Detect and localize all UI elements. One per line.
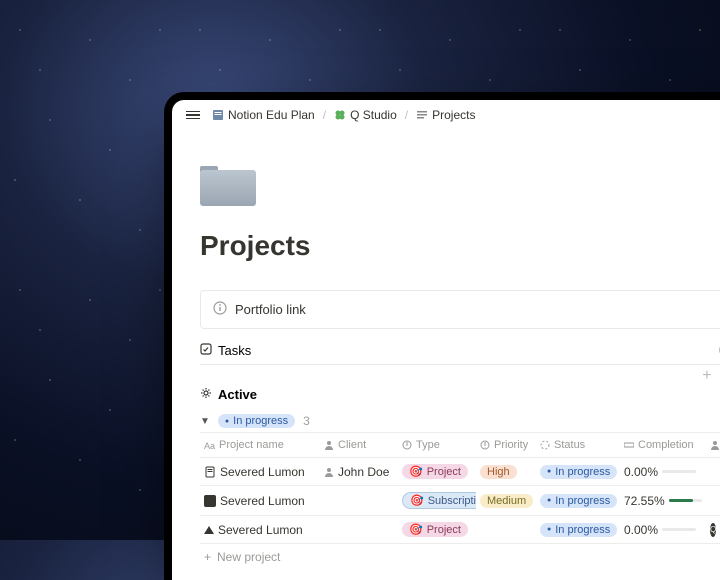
svg-text:Aa: Aa: [204, 441, 215, 451]
new-project-row[interactable]: + New project: [200, 543, 720, 570]
page-title: Projects: [200, 230, 720, 262]
chevron-down-icon: ▼: [200, 416, 210, 427]
cell-status[interactable]: In progress: [536, 459, 620, 485]
table-row[interactable]: Severed Lumon 🎯Subscription Medium In progr…: [200, 485, 720, 515]
cell-client[interactable]: [320, 524, 398, 536]
gear-icon: [200, 387, 212, 402]
cell-type[interactable]: 🎯Subscription: [398, 486, 476, 515]
callout-label: Portfolio link: [235, 302, 306, 317]
priority-pill: Medium: [480, 494, 533, 508]
breadcrumb-label: Q Studio: [350, 108, 397, 122]
filter-label: Active: [218, 387, 257, 402]
cell-type[interactable]: 🎯Project: [398, 516, 476, 543]
cell-status[interactable]: In progress: [536, 517, 620, 543]
type-pill: 🎯Project: [402, 464, 468, 479]
bars-icon: [416, 109, 428, 121]
col-type[interactable]: Type: [398, 433, 476, 457]
col-name[interactable]: AaProject name: [200, 433, 320, 457]
clover-icon: [334, 109, 346, 121]
cell-type[interactable]: 🎯Project: [398, 458, 476, 485]
doc-icon: [212, 109, 224, 121]
table-row[interactable]: Severed Lumon John Doe 🎯Project High In pro…: [200, 457, 720, 485]
cell-status[interactable]: In progress: [536, 488, 620, 514]
cell-completion[interactable]: 72.55%: [620, 488, 706, 514]
col-status[interactable]: Status: [536, 433, 620, 457]
tab-tasks[interactable]: Tasks: [200, 343, 251, 358]
type-pill: 🎯Subscription: [402, 492, 476, 509]
priority-pill: High: [480, 465, 517, 479]
plus-icon: +: [204, 550, 211, 564]
hamburger-menu-icon[interactable]: [186, 111, 200, 120]
breadcrumb-label: Projects: [432, 108, 475, 122]
pm-avatar: Q: [710, 523, 716, 537]
cell-completion[interactable]: 0.00%: [620, 517, 706, 543]
status-pill: In progress: [540, 494, 617, 508]
status-pill: In progress: [540, 465, 617, 479]
topbar: Notion Edu Plan / Q Studio / Projects: [172, 100, 720, 130]
table-header: AaProject name Client Type Priority Stat…: [200, 432, 720, 457]
table-row[interactable]: Severed Lumon🎯ProjectIn progress0.00%Q Q…: [200, 515, 720, 543]
app-window: Notion Edu Plan / Q Studio / Projects Pr…: [172, 100, 720, 580]
col-priority[interactable]: Priority: [476, 433, 536, 457]
cell-completion[interactable]: 0.00%: [620, 459, 706, 485]
cell-priority[interactable]: High: [476, 459, 536, 485]
cell-name[interactable]: Severed Lumon: [200, 459, 320, 485]
group-header[interactable]: ▼ In progress 3: [200, 414, 720, 428]
breadcrumb-label: Notion Edu Plan: [228, 108, 315, 122]
breadcrumb-sep: /: [405, 108, 408, 122]
cell-client[interactable]: [320, 495, 398, 507]
group-status-pill: In progress: [218, 414, 295, 428]
page-content: Projects Portfolio link Tasks + ⋮: [172, 130, 720, 570]
add-view-icon[interactable]: + ⋮: [702, 365, 720, 385]
projects-table: AaProject name Client Type Priority Stat…: [200, 432, 720, 570]
col-completion[interactable]: Completion: [620, 433, 706, 457]
cell-pm[interactable]: [706, 495, 720, 507]
cell-pm[interactable]: Q Qoffal: [706, 517, 720, 543]
checkbox-icon: [200, 343, 212, 358]
type-pill: 🎯Project: [402, 522, 468, 537]
breadcrumb-page[interactable]: Projects: [416, 108, 475, 122]
active-filter[interactable]: Active: [200, 387, 257, 402]
cell-priority[interactable]: Medium: [476, 488, 536, 514]
cell-name[interactable]: Severed Lumon: [200, 488, 320, 514]
new-project-label: New project: [217, 550, 280, 564]
folder-icon: [200, 162, 256, 206]
tab-label: Tasks: [218, 343, 251, 358]
col-pm[interactable]: PM: [706, 433, 720, 457]
status-pill: In progress: [540, 523, 617, 537]
info-icon: [213, 301, 227, 318]
cell-name[interactable]: Severed Lumon: [200, 517, 320, 543]
view-tabs: Tasks + ⋮: [200, 343, 720, 365]
breadcrumb-workspace[interactable]: Q Studio: [334, 108, 397, 122]
cell-pm[interactable]: [706, 466, 720, 478]
cell-priority[interactable]: [476, 524, 536, 536]
col-client[interactable]: Client: [320, 433, 398, 457]
group-count: 3: [303, 414, 310, 428]
breadcrumb-root[interactable]: Notion Edu Plan: [212, 108, 315, 122]
portfolio-callout[interactable]: Portfolio link: [200, 290, 720, 329]
breadcrumb-sep: /: [323, 108, 326, 122]
cell-client[interactable]: John Doe: [320, 459, 398, 485]
